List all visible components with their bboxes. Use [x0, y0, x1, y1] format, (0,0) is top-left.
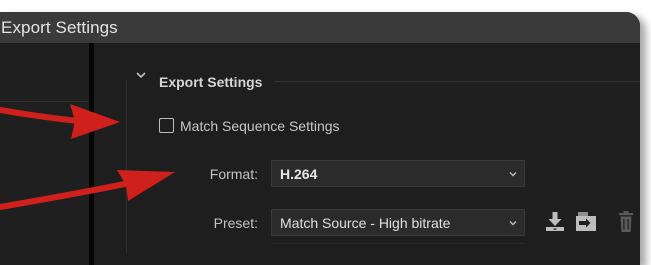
section-indent-line — [126, 80, 127, 253]
screenshot-frame: Export Settings Export Settings Match Se… — [0, 0, 651, 265]
match-sequence-label[interactable]: Match Sequence Settings — [180, 118, 340, 134]
format-value: H.264 — [280, 166, 318, 182]
save-preset-icon[interactable] — [543, 208, 567, 234]
match-sequence-checkbox[interactable] — [159, 118, 174, 133]
format-dropdown[interactable]: H.264 — [271, 160, 525, 187]
preset-label: Preset: — [213, 215, 258, 231]
chevron-down-icon[interactable] — [134, 68, 148, 82]
section-title[interactable]: Export Settings — [159, 74, 262, 90]
format-label: Format: — [209, 166, 258, 182]
dropdown-caret-icon — [509, 172, 517, 177]
dropdown-caret-icon — [509, 221, 517, 226]
left-pane-divider — [0, 101, 91, 102]
preset-value: Match Source - High bitrate — [280, 215, 451, 231]
import-preset-icon[interactable] — [574, 208, 598, 234]
preset-dropdown[interactable]: Match Source - High bitrate — [271, 209, 525, 236]
section-header-rule — [274, 81, 640, 82]
trash-icon[interactable] — [614, 208, 638, 234]
panel-titlebar: Export Settings — [0, 12, 640, 44]
preset-underline — [271, 243, 525, 244]
left-pane — [0, 43, 91, 265]
panel-title: Export Settings — [1, 18, 118, 37]
